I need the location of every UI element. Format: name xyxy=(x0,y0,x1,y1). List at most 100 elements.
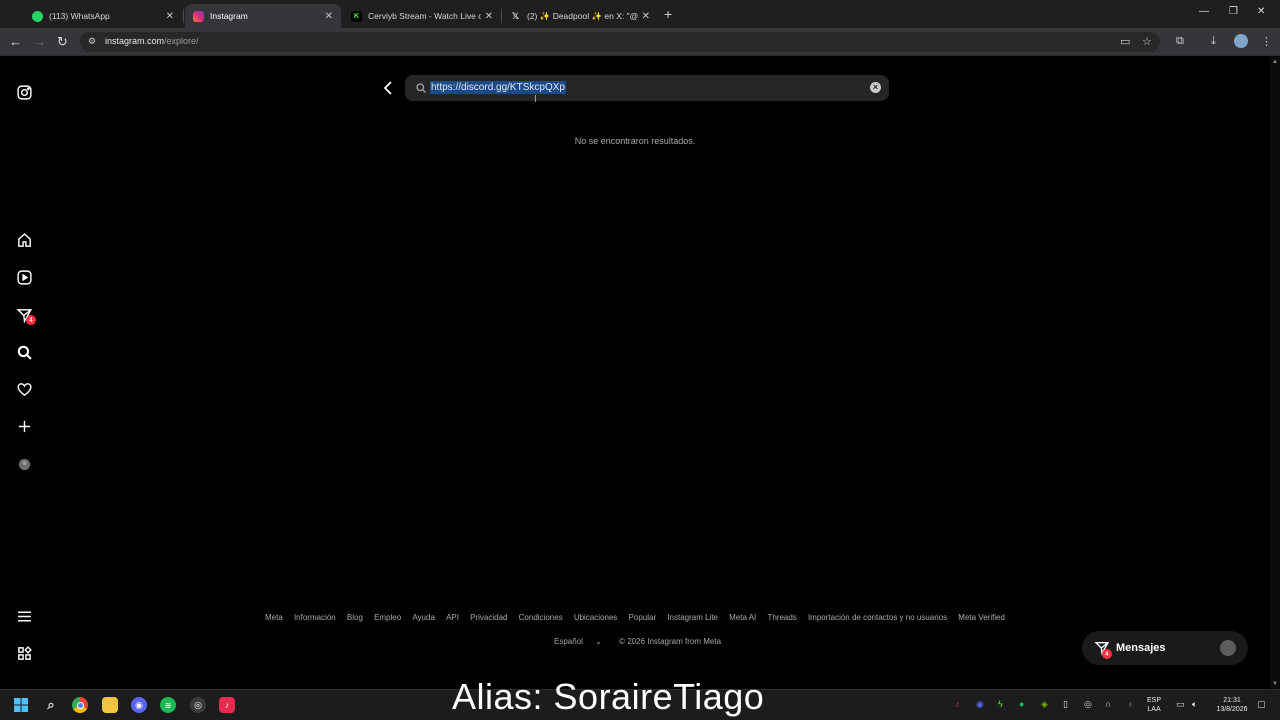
url-text: instagram.com/explore/ xyxy=(105,36,199,46)
also-from-meta-icon[interactable] xyxy=(14,643,34,663)
language-label: Español xyxy=(553,637,583,646)
scroll-up-icon[interactable]: ▲ xyxy=(1272,59,1278,65)
footer-link[interactable]: Condiciones xyxy=(519,613,563,622)
footer-link[interactable]: Meta xyxy=(265,613,283,622)
back-arrow-icon[interactable] xyxy=(381,80,395,96)
tiktok-icon[interactable]: ♪ xyxy=(219,697,235,713)
tab-x-deadpool[interactable]: 𝕏 (2) ✨ Deadpool ✨ en X: "@Nc ✕ xyxy=(502,4,658,28)
messages-panel-button[interactable]: 4 Mensajes xyxy=(1082,631,1248,665)
forward-icon[interactable]: → xyxy=(33,34,46,49)
lang-top: ESP xyxy=(1147,697,1162,704)
tab-whatsapp[interactable]: (113) WhatsApp ✕ xyxy=(24,4,182,28)
spotify-icon[interactable]: ≋ xyxy=(160,697,176,713)
install-app-icon[interactable]: ▭ xyxy=(1120,35,1130,48)
clear-search-icon[interactable]: × xyxy=(870,82,881,93)
discord-icon[interactable]: ◉ xyxy=(131,697,147,713)
lang-bottom: LAA xyxy=(1147,706,1161,713)
footer-link[interactable]: Privacidad xyxy=(470,613,507,622)
reels-icon[interactable] xyxy=(14,267,34,287)
menu-dots-icon[interactable]: ⋮ xyxy=(1261,35,1272,48)
footer-link[interactable]: Meta AI xyxy=(729,613,756,622)
search-input-value[interactable]: https://discord.gg/KTSkcpQXp xyxy=(430,81,566,94)
kick-icon: K xyxy=(351,10,362,22)
close-window-icon[interactable]: ✕ xyxy=(1257,6,1265,17)
search-input[interactable]: https://discord.gg/KTSkcpQXp × xyxy=(405,75,889,101)
tray-nvidia-icon[interactable]: ◈ xyxy=(1041,699,1048,710)
back-icon[interactable]: ← xyxy=(9,34,22,49)
tray-tiktok-icon[interactable]: ♪ xyxy=(955,699,960,709)
address-bar[interactable] xyxy=(80,32,1160,52)
clock-date: 13/8/2026 xyxy=(1216,706,1248,713)
tray-headset-icon[interactable]: ∩ xyxy=(1105,699,1111,709)
tray-bolt-icon[interactable]: ϟ xyxy=(998,699,1003,709)
profile-avatar[interactable] xyxy=(1234,34,1248,48)
stream-overlay-caption: Alias: SoraireTiago xyxy=(452,676,765,717)
create-plus-icon[interactable] xyxy=(14,416,34,436)
tray-steam-icon[interactable]: ◎ xyxy=(1084,699,1092,710)
text-cursor-icon: I xyxy=(534,94,537,105)
bookmark-star-icon[interactable]: ☆ xyxy=(1142,35,1152,48)
windows-start-icon[interactable] xyxy=(13,697,29,713)
tab-title: Instagram xyxy=(210,11,248,21)
more-menu-icon[interactable] xyxy=(14,606,34,626)
tray-discord-icon[interactable]: ◉ xyxy=(976,699,984,710)
footer-link[interactable]: Popular xyxy=(629,613,657,622)
new-tab-icon[interactable]: + xyxy=(664,6,672,22)
tab-kick-stream[interactable]: K Cerviyb Stream - Watch Live on ✕ xyxy=(343,4,501,28)
restore-icon[interactable]: ❐ xyxy=(1229,6,1238,17)
taskbar-search-icon[interactable]: ⌕ xyxy=(43,697,59,713)
footer-links: Meta Información Blog Empleo Ayuda API P… xyxy=(265,613,1005,622)
scroll-down-icon[interactable]: ▼ xyxy=(1272,681,1278,687)
volume-icon[interactable]: 🔈︎ xyxy=(1192,699,1197,710)
footer-link[interactable]: Instagram Lite xyxy=(667,613,718,622)
footer-link[interactable]: Empleo xyxy=(374,613,401,622)
file-explorer-icon[interactable] xyxy=(102,697,118,713)
messages-icon[interactable]: 4 xyxy=(14,305,36,325)
profile-avatar-icon[interactable] xyxy=(14,454,34,474)
tab-title: Cerviyb Stream - Watch Live on xyxy=(368,11,481,21)
notifications-icon[interactable]: ▢ xyxy=(1257,699,1266,710)
footer-link[interactable]: Importación de contactos y no usuarios xyxy=(808,613,947,622)
url-path: /explore/ xyxy=(164,36,199,46)
footer-link[interactable]: Threads xyxy=(767,613,796,622)
reload-icon[interactable]: ↻ xyxy=(57,34,68,50)
page-scrollbar[interactable]: ▲ ▼ xyxy=(1270,57,1280,689)
tray-usb-icon[interactable]: ▯ xyxy=(1063,699,1068,710)
tab-title: (2) ✨ Deadpool ✨ en X: "@Nc xyxy=(527,10,638,21)
footer-link[interactable]: Blog xyxy=(347,613,363,622)
footer-meta: Español ⌄ © 2026 Instagram from Meta xyxy=(0,637,1270,646)
extensions-icon[interactable]: ⧉ xyxy=(1176,35,1184,48)
footer-link[interactable]: Información xyxy=(294,613,336,622)
tab-strip: (113) WhatsApp ✕ Instagram ✕ K Cerviyb S… xyxy=(0,0,1280,28)
close-icon[interactable]: ✕ xyxy=(485,11,493,22)
heart-icon[interactable] xyxy=(14,379,34,399)
footer-link[interactable]: Ayuda xyxy=(412,613,435,622)
tab-separator xyxy=(183,9,184,23)
site-info-icon[interactable]: ⚙ xyxy=(88,36,96,47)
messages-panel-label: Mensajes xyxy=(1116,642,1166,654)
minimize-icon[interactable]: — xyxy=(1199,6,1209,17)
download-icon[interactable]: ⤓ xyxy=(1211,35,1216,48)
footer-link[interactable]: Meta Verified xyxy=(958,613,1005,622)
tray-spotify-icon[interactable]: ● xyxy=(1019,699,1024,709)
close-icon[interactable]: ✕ xyxy=(642,11,650,22)
x-icon: 𝕏 xyxy=(511,10,520,21)
footer-link[interactable]: Ubicaciones xyxy=(574,613,618,622)
tray-mic-icon[interactable]: ♁ xyxy=(1127,699,1134,709)
chrome-icon[interactable] xyxy=(72,697,88,713)
language-selector[interactable]: Español ⌄ xyxy=(549,637,607,646)
footer-link[interactable]: API xyxy=(446,613,459,622)
instagram-icon xyxy=(193,10,204,22)
tab-instagram[interactable]: Instagram ✕ xyxy=(185,4,341,28)
chevron-down-icon: ⌄ xyxy=(595,637,602,646)
close-icon[interactable]: ✕ xyxy=(325,11,333,22)
search-icon[interactable] xyxy=(14,342,34,362)
home-icon[interactable] xyxy=(14,230,34,250)
copyright-text: © 2026 Instagram from Meta xyxy=(619,637,722,646)
instagram-logo-icon[interactable] xyxy=(14,82,34,102)
steam-icon[interactable]: ◎ xyxy=(190,697,206,713)
input-language-indicator[interactable]: ESP LAA xyxy=(1147,696,1161,714)
network-icon[interactable]: ▭ xyxy=(1176,699,1185,710)
clock[interactable]: 21:31 13/8/2026 xyxy=(1210,696,1254,714)
close-icon[interactable]: ✕ xyxy=(166,11,174,22)
